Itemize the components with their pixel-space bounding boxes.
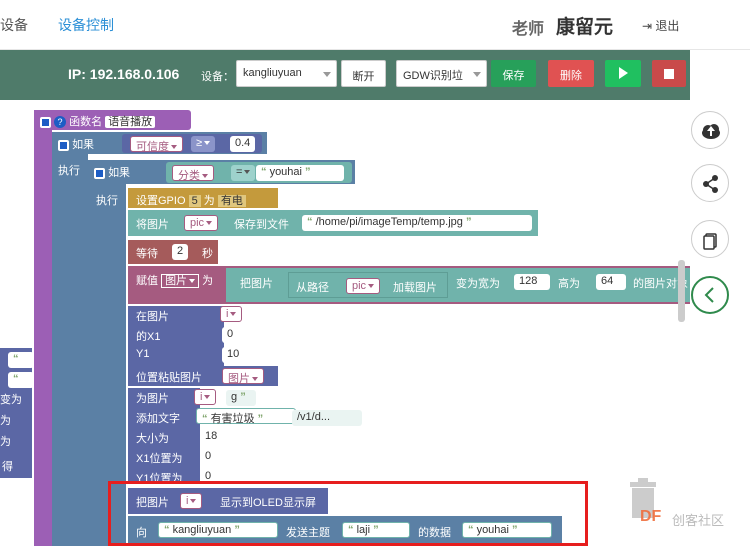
disconnect-button[interactable]: 断开 [341,60,386,87]
delete-button[interactable]: 删除 [548,60,594,87]
help-icon[interactable]: ? [54,116,67,128]
i-var[interactable]: i [220,306,243,322]
vertical-scrollbar[interactable] [678,260,685,322]
highlight-box [108,481,588,546]
watermark-logo: DF [640,508,662,525]
chevron-down-icon [323,72,331,77]
img-var[interactable]: 图片 [161,274,200,288]
gear-icon[interactable] [58,139,69,151]
save-button[interactable]: 保存 [491,60,536,87]
teacher-label: 老师 [512,21,545,38]
wait-value[interactable]: 2 [172,244,189,260]
toolbar: IP: 192.168.0.106 设备： kangliuyuan 断开 GDW… [0,50,690,100]
stop-button[interactable] [652,60,686,87]
file-path-string[interactable]: “ /home/pi/imageTemp/temp.jpg ” [302,215,532,231]
cloud-upload-icon [702,124,720,139]
gear-icon[interactable] [94,167,105,179]
x1-pos-value[interactable]: 0 [200,449,220,465]
logout-button[interactable]: ⇥ 退出 [642,17,679,34]
gpio-num[interactable]: 5 [188,195,201,207]
blockly-workspace[interactable]: “ “ 变为 为 为 得 ? 函数名 语音播放 如果 可信度 ≥ 0.4 执行 … [0,100,690,546]
copy-icon [703,233,717,250]
gear-icon[interactable] [40,116,51,128]
logout-icon: ⇥ [642,19,653,33]
copy-button[interactable] [691,220,729,258]
collapse-button[interactable] [691,276,729,314]
user-name: 康留元 [556,17,614,38]
device-select[interactable]: kangliuyuan [236,60,337,87]
device-label: 设备： [201,71,234,83]
i-var-2[interactable]: i [194,389,217,405]
top-nav: 设备 设备控制 老师 康留元 ⇥ 退出 [0,0,750,50]
width-value[interactable]: 128 [514,274,550,290]
share-button[interactable] [691,164,729,202]
size-value[interactable]: 18 [200,429,226,445]
y1-value[interactable]: 10 [222,347,244,363]
nav-device[interactable]: 设备 [0,15,28,35]
confidence-var[interactable]: 可信度 [130,136,183,153]
eq-op[interactable]: = [231,165,256,181]
model-select[interactable]: GDW识别垃 [396,60,487,87]
img-var-2[interactable]: 图片 [222,368,264,385]
chevron-left-icon [704,287,714,303]
cloud-upload-button[interactable] [691,111,729,149]
threshold-value[interactable]: 0.4 [230,136,256,152]
chevron-down-icon [473,72,481,77]
play-icon [619,67,628,79]
category-var[interactable]: 分类 [172,165,214,182]
compare-op[interactable]: ≥ [191,136,216,152]
x1-value[interactable]: 0 [222,327,242,343]
text-string[interactable]: “ 有害垃圾 ” [196,408,296,425]
harmful-string[interactable]: “ youhai ” [256,165,344,181]
ip-address: IP: 192.168.0.106 [68,66,180,82]
power-select[interactable]: 有电 [217,195,246,207]
nav-device-control[interactable]: 设备控制 [58,15,114,35]
height-value[interactable]: 64 [596,274,626,290]
pic-var[interactable]: pic [184,215,219,231]
run-button[interactable] [605,60,641,87]
function-name-field[interactable]: 语音播放 [105,116,156,128]
share-icon [703,175,718,193]
watermark-text: 创客社区 [672,513,725,528]
stop-icon [664,69,674,79]
pic-var-2[interactable]: pic [346,278,381,294]
